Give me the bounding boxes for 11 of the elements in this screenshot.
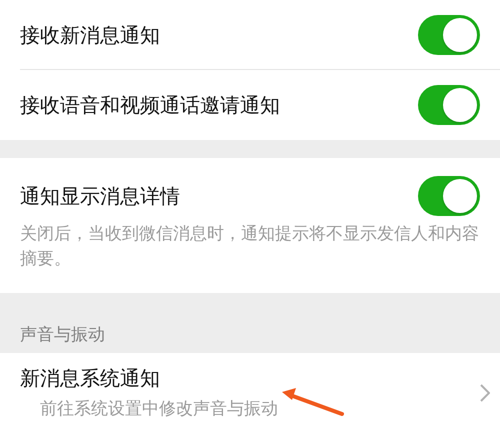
setting-description: 前往系统设置中修改声音与振动 [40,398,278,422]
setting-label: 接收语音和视频通话邀请通知 [20,92,281,119]
toggle-switch[interactable] [418,85,480,125]
setting-description: 关闭后，当收到微信消息时，通知提示将不显示发信人和内容摘要。 [20,223,480,271]
toggle-switch[interactable] [418,176,480,216]
toggle-switch[interactable] [418,15,480,55]
setting-label: 接收新消息通知 [20,22,161,49]
setting-label: 通知显示消息详情 [20,183,181,210]
section-header: 声音与振动 [20,325,105,346]
chevron-icon [480,384,490,402]
setting-label[interactable]: 新消息系统通知 [20,363,480,394]
